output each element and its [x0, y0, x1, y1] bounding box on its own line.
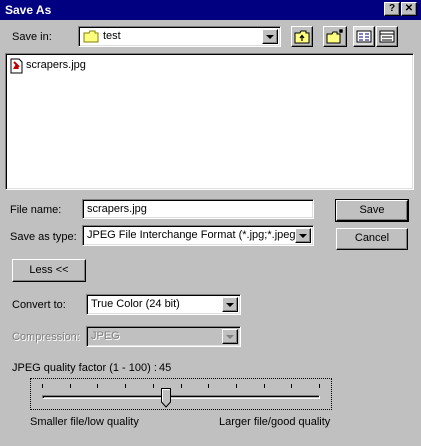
details-view-button[interactable]: [376, 26, 398, 47]
file-list[interactable]: scrapers.jpg: [5, 53, 414, 190]
cancel-button[interactable]: Cancel: [336, 228, 408, 250]
slider-tick: [264, 384, 265, 388]
chevron-down-icon[interactable]: [295, 228, 311, 243]
file-name-input[interactable]: [82, 199, 314, 219]
slider-tick: [125, 384, 126, 388]
compression-value: JPEG: [91, 330, 120, 342]
quality-slider-focus: [30, 378, 332, 410]
up-folder-icon: [294, 30, 310, 44]
save-in-value: test: [103, 30, 121, 42]
list-view-button[interactable]: [353, 26, 375, 47]
quality-slider-ticks: [42, 384, 320, 390]
compression-label: Compression:: [12, 331, 80, 343]
slider-tick: [291, 384, 292, 388]
title-bar[interactable]: Save As: [0, 0, 421, 20]
slider-tick: [97, 384, 98, 388]
slider-tick: [208, 384, 209, 388]
slider-tick: [319, 384, 320, 388]
convert-to-value: True Color (24 bit): [91, 298, 180, 310]
chevron-down-icon[interactable]: [222, 297, 238, 312]
list-view-icon: [356, 30, 372, 43]
folder-icon: [83, 30, 99, 43]
chevron-down-icon[interactable]: [262, 29, 278, 44]
save-as-type-combo[interactable]: JPEG File Interchange Format (*.jpg;*.jp…: [82, 225, 314, 246]
slider-tick: [70, 384, 71, 388]
convert-to-combo[interactable]: True Color (24 bit): [86, 294, 241, 315]
convert-to-label: Convert to:: [12, 299, 66, 311]
window-title: Save As: [5, 3, 52, 17]
quality-label: JPEG quality factor (1 - 100) :: [12, 362, 157, 374]
save-in-label: Save in:: [12, 31, 52, 43]
quality-slider-track[interactable]: [42, 395, 320, 399]
file-name-label: File name:: [10, 204, 62, 216]
quality-slider-thumb[interactable]: [161, 388, 171, 408]
compression-combo: JPEG: [86, 326, 241, 347]
slider-tick: [42, 384, 43, 388]
file-name-label: scrapers.jpg: [26, 59, 86, 71]
slider-min-caption: Smaller file/low quality: [30, 416, 139, 428]
save-as-type-label: Save as type:: [10, 231, 77, 243]
quality-value: 45: [159, 362, 172, 374]
save-in-combo[interactable]: test: [78, 26, 281, 47]
details-view-icon: [379, 30, 395, 43]
slider-tick: [236, 384, 237, 388]
new-folder-icon: [326, 29, 343, 44]
chevron-down-icon: [222, 329, 238, 344]
up-folder-button[interactable]: [291, 26, 313, 47]
close-button[interactable]: ✕: [401, 2, 417, 16]
save-as-type-value: JPEG File Interchange Format (*.jpg;*.jp…: [87, 229, 300, 241]
slider-tick: [153, 384, 154, 388]
slider-tick: [181, 384, 182, 388]
save-button[interactable]: Save: [335, 199, 409, 222]
slider-max-caption: Larger file/good quality: [219, 416, 331, 428]
slider-thumb-icon: [161, 388, 171, 408]
jpg-file-icon: [10, 58, 23, 74]
help-button[interactable]: ?: [384, 2, 400, 16]
new-folder-button[interactable]: [323, 26, 347, 47]
less-button[interactable]: Less <<: [12, 259, 86, 282]
